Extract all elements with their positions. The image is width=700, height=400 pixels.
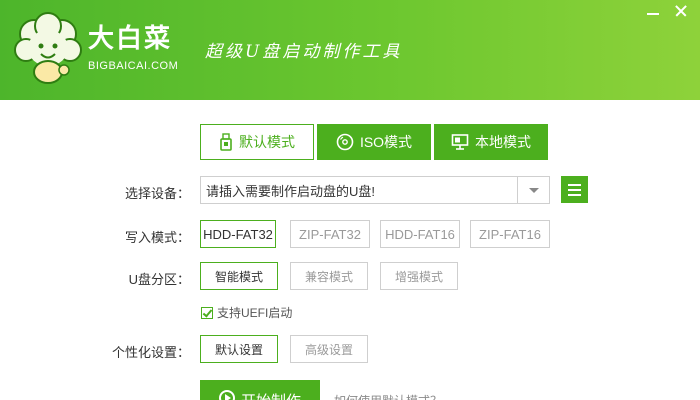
tab-default-mode[interactable]: 默认模式 [200, 124, 314, 160]
uefi-checkbox[interactable] [201, 306, 213, 319]
personalize-advanced[interactable]: 高级设置 [290, 335, 368, 363]
header-banner: 大白菜 BIGBAICAI.COM 超级U盘启动制作工具 [0, 0, 700, 100]
monitor-icon [451, 134, 469, 150]
write-mode-hdd-fat32[interactable]: HDD-FAT32 [200, 220, 276, 248]
device-label: 选择设备： [124, 186, 190, 201]
chevron-down-icon[interactable] [517, 177, 549, 203]
partition-compatible-mode[interactable]: 兼容模式 [290, 262, 368, 290]
write-mode-zip-fat32[interactable]: ZIP-FAT32 [290, 220, 370, 248]
slogan: 超级U盘启动制作工具 [205, 42, 403, 62]
write-mode-hdd-fat16[interactable]: HDD-FAT16 [380, 220, 460, 248]
menu-icon[interactable] [561, 176, 588, 203]
usb-drive-icon [220, 133, 232, 151]
write-mode-zip-fat16[interactable]: ZIP-FAT16 [470, 220, 550, 248]
play-icon [218, 390, 235, 400]
tab-label: 本地模式 [475, 134, 531, 150]
personalize-default[interactable]: 默认设置 [200, 335, 278, 363]
brand-name: 大白菜 [88, 24, 173, 54]
brand: 大白菜 BIGBAICAI.COM [88, 24, 178, 72]
start-button-label: 开始制作 [241, 390, 301, 400]
brand-domain: BIGBAICAI.COM [88, 60, 179, 72]
partition-smart-mode[interactable]: 智能模式 [200, 262, 278, 290]
partition-label: U盘分区： [128, 272, 190, 287]
minimize-icon[interactable] [644, 4, 662, 18]
uefi-option[interactable]: 支持UEFI启动 [201, 304, 292, 321]
partition-enhanced-mode[interactable]: 增强模式 [380, 262, 458, 290]
mode-tabs: 默认模式 ISO模式 本地模式 [200, 124, 548, 160]
device-select-value: 请插入需要制作启动盘的U盘! [206, 183, 376, 199]
tab-label: 默认模式 [239, 134, 295, 150]
cabbage-mascot-logo [14, 12, 82, 84]
tab-iso-mode[interactable]: ISO模式 [317, 124, 431, 160]
window-controls [644, 4, 690, 18]
write-mode-label: 写入模式： [124, 230, 190, 245]
disc-icon [336, 133, 354, 151]
device-select[interactable]: 请插入需要制作启动盘的U盘! [200, 176, 550, 204]
start-button[interactable]: 开始制作 [200, 380, 320, 400]
close-icon[interactable] [672, 4, 690, 18]
tab-local-mode[interactable]: 本地模式 [434, 124, 548, 160]
personalize-label: 个性化设置： [111, 345, 190, 360]
tab-label: ISO模式 [359, 134, 413, 150]
uefi-label: 支持UEFI启动 [217, 306, 293, 320]
app-window: 大白菜 BIGBAICAI.COM 超级U盘启动制作工具 默认模式 ISO模式 [0, 0, 700, 400]
help-link[interactable]: 如何使用默认模式？ [334, 392, 442, 400]
